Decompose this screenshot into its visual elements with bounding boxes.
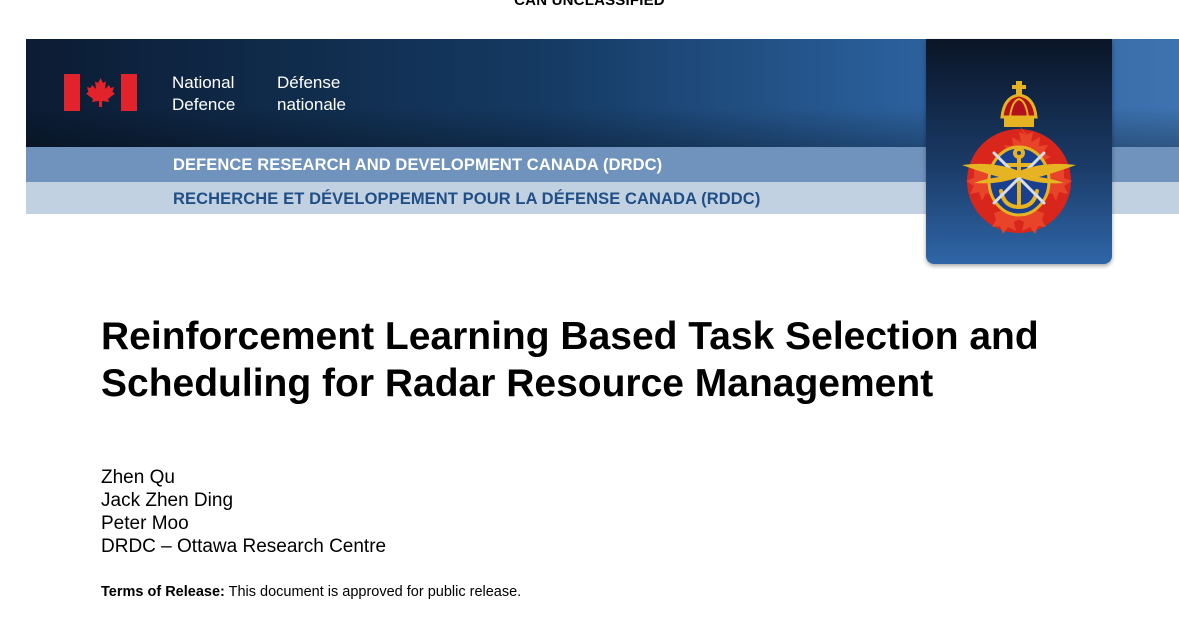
department-name-fr: Défense nationale [277, 72, 346, 116]
title-line-2: Scheduling for Radar Resource Management [101, 362, 934, 405]
author-name: Peter Moo [101, 513, 189, 534]
canada-flag-icon [64, 74, 137, 111]
classification-marking: CAN UNCLASSIFIED [514, 0, 665, 9]
affiliation: DRDC – Ottawa Research Centre [101, 536, 387, 557]
department-en-line2: Defence [172, 95, 236, 114]
canadian-forces-crest-icon [962, 81, 1076, 234]
author-name: Zhen Qu [101, 467, 175, 488]
department-name-en: National Defence [172, 72, 235, 116]
terms-of-release: Terms of Release: This document is appro… [101, 584, 521, 600]
terms-text: This document is approved for public rel… [228, 584, 522, 600]
author-name: Jack Zhen Ding [101, 490, 234, 511]
document-title: Reinforcement Learning Based Task Select… [101, 313, 1161, 407]
title-line-1: Reinforcement Learning Based Task Select… [101, 315, 1039, 358]
department-fr-line2: nationale [277, 95, 347, 114]
org-name-fr: RECHERCHE ET DÉVELOPPEMENT POUR LA DÉFEN… [173, 190, 761, 208]
org-name-en: DEFENCE RESEARCH AND DEVELOPMENT CANADA … [173, 156, 663, 174]
department-fr-line1: Défense [277, 73, 341, 92]
terms-label: Terms of Release: [101, 584, 225, 600]
crest-panel [926, 39, 1112, 264]
author-block: Zhen Qu Jack Zhen Ding Peter Moo DRDC – … [101, 466, 386, 558]
department-en-line1: National [172, 73, 235, 92]
